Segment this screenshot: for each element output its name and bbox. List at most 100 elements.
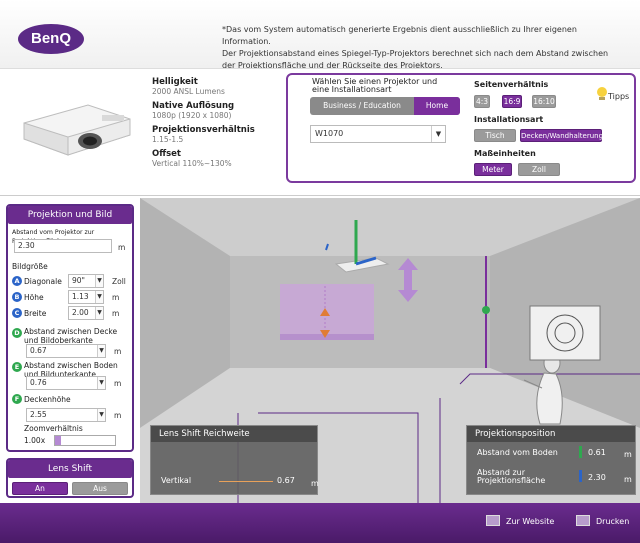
print-link[interactable]: Drucken [596,517,629,526]
lens-shift-off-button[interactable]: Aus [72,482,128,495]
benq-logo[interactable]: BenQ [18,24,84,54]
chevron-down-icon[interactable]: ▼ [97,345,105,357]
ceiling-distance-value: 0.67 [30,346,47,355]
vertical-indicator [219,481,273,482]
header: BenQ *Das vom System automatisch generie… [0,0,640,70]
room-height-value: 2.55 [30,410,47,419]
diagonal-value: 90" [72,276,85,285]
room-illustration: Lens Shift Reichweite Vertikal 0.67 m Pr… [140,198,640,503]
ceiling-distance-label: Abstand zwischen Decke und Bildoberkante [24,327,118,345]
projection-image-title: Projektion und Bild [8,206,132,224]
disclaimer: *Das vom System automatisch generierte E… [222,24,622,72]
badge-c: C [12,308,22,318]
model-select[interactable]: W1070 ▼ [310,125,446,143]
printer-icon[interactable] [576,515,590,526]
badge-b: B [12,292,22,302]
projector-selector: Wählen Sie einen Projektor und eine Inst… [286,73,636,183]
distance-field[interactable]: 2.30 [14,239,112,253]
screen-distance-label: Abstand zur Projektionsfläche [477,468,546,485]
projection-position-title: Projektionsposition [467,426,635,442]
units-inch-button[interactable]: Zoll [518,163,560,176]
tab-business-education[interactable]: Business / Education [310,98,414,114]
projection-image-panel: Projektion und Bild Abstand vom Projekto… [6,204,134,452]
lens-shift-range-title: Lens Shift Reichweite [151,426,317,442]
diagonal-select[interactable]: 90" ▼ [68,274,104,288]
disclaimer-line-1: *Das vom System automatisch generierte E… [222,25,577,46]
monitor-icon[interactable] [486,515,500,526]
badge-d: D [12,328,22,338]
width-select[interactable]: 2.00 ▼ [68,306,104,320]
floor-image-select[interactable]: 0.76 ▼ [26,376,106,390]
install-label: Installationsart [474,115,544,124]
floor-distance-unit: m [624,450,632,459]
lens-shift-panel: Lens Shift An Aus [6,458,134,498]
projector-specs: Helligkeit 2000 ANSL Lumens Native Auflö… [152,77,282,168]
width-unit: m [112,309,120,318]
vertical-unit: m [311,479,319,488]
screen-distance-marker [579,470,582,482]
ratio-value: 1.15-1.5 [152,135,184,144]
model-select-value: W1070 [315,129,344,138]
selector-title: Wählen Sie einen Projektor und eine Inst… [312,77,438,94]
units-label: Maßeinheiten [474,149,536,158]
zoom-label: Zoomverhältnis [24,424,83,433]
install-ceiling-button[interactable]: Decken/Wandhalterung [520,129,603,142]
room-height-label: Deckenhöhe [24,395,71,404]
floor-image-unit: m [114,379,122,388]
vertical-value: 0.67 [277,476,295,485]
resolution-value: 1080p (1920 x 1080) [152,111,232,120]
height-value: 1.13 [72,292,89,301]
chevron-down-icon[interactable]: ▼ [431,126,445,142]
resolution-label: Native Auflösung [152,101,235,111]
tab-home[interactable]: Home [414,97,460,115]
height-unit: m [112,293,120,302]
badge-e: E [12,362,22,372]
room-height-unit: m [114,411,122,420]
footer-bar: Zur Website Drucken [0,503,640,543]
category-tabs: Business / Education Home [310,97,460,115]
lens-shift-title: Lens Shift [8,460,132,478]
chevron-down-icon[interactable]: ▼ [97,377,105,389]
lightbulb-icon[interactable] [596,87,608,101]
aspect-16-10-button[interactable]: 16:10 [532,95,556,108]
projector-image [23,104,131,156]
aspect-16-9-button[interactable]: 16:9 [502,95,522,108]
ceiling-distance-select[interactable]: 0.67 ▼ [26,344,106,358]
screen-distance-unit: m [624,475,632,484]
website-link[interactable]: Zur Website [506,517,554,526]
height-select[interactable]: 1.13 ▼ [68,290,104,304]
aspect-4-3-button[interactable]: 4:3 [474,95,490,108]
offset-label: Offset [152,149,181,159]
chevron-down-icon[interactable]: ▼ [97,409,105,421]
chevron-down-icon[interactable]: ▼ [95,275,103,287]
lens-shift-range-card: Lens Shift Reichweite Vertikal 0.67 m [150,425,319,495]
zoom-value: 1.00x [24,436,46,445]
floor-distance-label: Abstand vom Boden [477,448,558,457]
projection-position-card: Projektionsposition Abstand vom Boden 0.… [466,425,636,495]
width-value: 2.00 [72,308,89,317]
room-height-select[interactable]: 2.55 ▼ [26,408,106,422]
height-label: Höhe [24,293,44,302]
tips-link[interactable]: Tipps [608,92,629,101]
diagonal-unit: Zoll [112,277,126,286]
aspect-label: Seitenverhältnis [474,80,549,89]
zoom-slider[interactable] [54,435,116,446]
install-table-button[interactable]: Tisch [474,129,516,142]
floor-distance-marker [579,446,582,458]
lens-shift-on-button[interactable]: An [12,482,68,495]
ceiling-distance-unit: m [114,347,122,356]
floor-image-value: 0.76 [30,378,47,387]
chevron-down-icon[interactable]: ▼ [95,307,103,319]
offset-value: Vertical 110%~130% [152,159,232,168]
image-size-label: Bildgröße [12,262,48,271]
width-label: Breite [24,309,47,318]
ratio-label: Projektionsverhältnis [152,125,255,135]
floor-distance-value: 0.61 [588,448,606,457]
distance-unit: m [118,243,126,252]
brightness-label: Helligkeit [152,77,198,87]
vertical-label: Vertikal [161,476,192,485]
chevron-down-icon[interactable]: ▼ [95,291,103,303]
badge-a: A [12,276,22,286]
units-meter-button[interactable]: Meter [474,163,512,176]
diagonal-label: Diagonale [24,277,62,286]
